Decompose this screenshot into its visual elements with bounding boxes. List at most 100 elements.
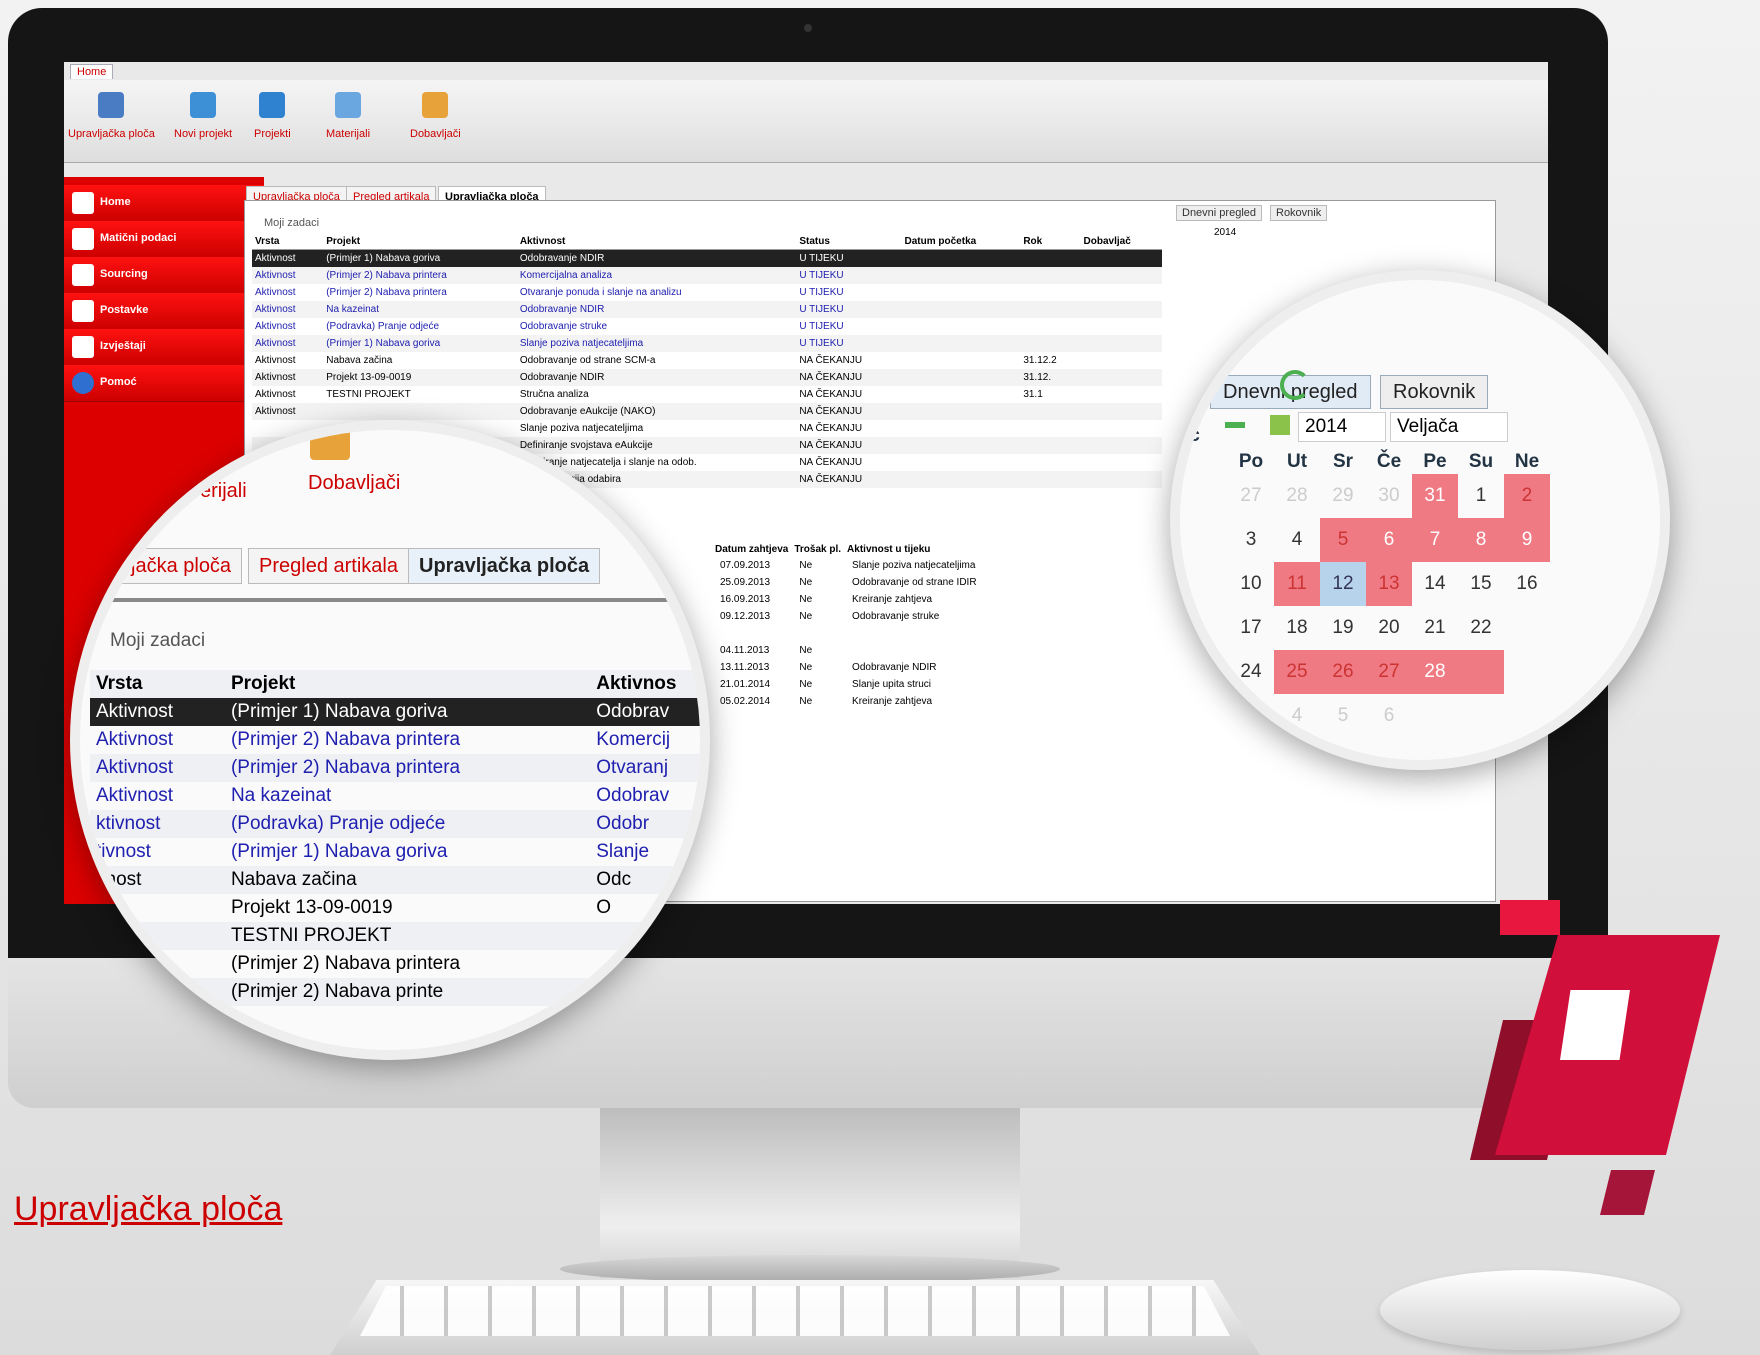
calendar-day[interactable]: 28 <box>1274 474 1320 518</box>
calendar-day[interactable]: 27 <box>1366 650 1412 694</box>
table-row[interactable]: 05.02.2014 Ne Kreiranje zahtjeva <box>712 693 985 710</box>
table-row[interactable]: Aktivnost Projekt 13-09-0019 Odobravanje N… <box>252 369 1162 386</box>
calendar-day[interactable]: 20 <box>1366 606 1412 650</box>
table-row[interactable]: Aktivnost (Primjer 1) Nabava goriva Slanje… <box>252 335 1162 352</box>
table-row[interactable]: Aktivnost (Podravka) Pranje odjeće Odobrav… <box>252 318 1162 335</box>
calendar-day[interactable] <box>1412 694 1458 738</box>
zoom-ribbon-materials[interactable]: erijali <box>200 480 247 503</box>
calendar-day[interactable]: 4 <box>1274 518 1320 562</box>
calendar-day[interactable]: 10 <box>1228 562 1274 606</box>
ribbon-button-projects[interactable]: Projekti <box>254 92 291 140</box>
calendar-day[interactable]: 5 <box>1320 694 1366 738</box>
zoom-tab-dashboard[interactable]: jačka ploča <box>120 548 243 584</box>
calendar-day[interactable]: 30 <box>1366 474 1412 518</box>
year-select[interactable]: 2014 <box>1298 412 1386 442</box>
table-row[interactable]: Aktivnost (Primjer 2) Nabava printera Otva… <box>90 754 700 782</box>
calendar-day[interactable]: 3 <box>1228 518 1274 562</box>
table-row[interactable]: Aktivnost TESTNI PROJEKT Stručna analiza NA… <box>252 386 1162 403</box>
calendar-day[interactable]: 14 <box>1412 562 1458 606</box>
month-select[interactable]: Veljača <box>1390 412 1508 442</box>
table-row[interactable]: Aktivnost Na kazeinat Odobravanje NDIR U TI… <box>252 301 1162 318</box>
calendar-day[interactable]: 11 <box>1274 562 1320 606</box>
sidebar-item-master-data[interactable]: Matični podaci <box>64 221 264 258</box>
calendar-day[interactable]: 7 <box>1412 518 1458 562</box>
table-row[interactable]: Aktivnost (Primjer 2) Nabava printera Otva… <box>252 284 1162 301</box>
table-row[interactable]: TESTNI PROJEKT <box>90 922 700 950</box>
table-row[interactable]: Aktivnost (Primjer 1) Nabava goriva Odobra… <box>90 698 700 726</box>
table-row[interactable]: ost Projekt 13-09-0019 O <box>90 894 700 922</box>
table-row[interactable]: vnost Nabava začina Odc <box>90 866 700 894</box>
calendar-day[interactable]: 25 <box>1274 650 1320 694</box>
calendar-day[interactable]: 13 <box>1366 562 1412 606</box>
table-row[interactable]: (Primjer 2) Nabava printera <box>90 950 700 978</box>
sidebar-item-sourcing[interactable]: Sourcing <box>64 257 264 294</box>
table-row[interactable]: 07.09.2013 Ne Slanje poziva natjecateljima <box>712 557 985 574</box>
calendar-day[interactable]: 22 <box>1458 606 1504 650</box>
calendar-day[interactable]: 31 <box>1412 474 1458 518</box>
refresh-icon[interactable] <box>1280 370 1310 400</box>
calendar-day[interactable] <box>1458 650 1504 694</box>
table-row[interactable]: tivnost (Primjer 1) Nabava goriva Slanje <box>90 838 700 866</box>
calendar-day[interactable] <box>1504 650 1550 694</box>
sidebar-item-settings[interactable]: Postavke <box>64 293 264 330</box>
calendar-today-icon[interactable] <box>1270 415 1290 435</box>
calendar-day[interactable]: 12 <box>1320 562 1366 606</box>
zoom-ribbon-suppliers[interactable]: Dobavljači <box>308 472 400 495</box>
calendar-day[interactable]: 29 <box>1320 474 1366 518</box>
table-row[interactable]: Aktivnost (Primjer 2) Nabava printera Kome… <box>252 267 1162 284</box>
calendar-year-small[interactable]: 2014 <box>1214 227 1236 238</box>
calendar-day[interactable]: 16 <box>1504 562 1550 606</box>
table-row[interactable] <box>712 625 985 642</box>
table-row[interactable]: 16.09.2013 Ne Kreiranje zahtjeva <box>712 591 985 608</box>
calendar-day[interactable]: 28 <box>1412 650 1458 694</box>
calendar-day[interactable]: 21 <box>1412 606 1458 650</box>
ribbon-button-new-project[interactable]: Novi projekt <box>174 92 232 140</box>
table-row[interactable]: Aktivnost Na kazeinat Odobrav <box>90 782 700 810</box>
calendar-day[interactable]: 24 <box>1228 650 1274 694</box>
table-cell: U TIJEKU <box>796 335 902 352</box>
calendar-day[interactable]: 26 <box>1320 650 1366 694</box>
table-row[interactable]: Aktivnost (Primjer 1) Nabava goriva Odobra… <box>252 249 1162 267</box>
calendar-day[interactable]: 27 <box>1228 474 1274 518</box>
calendar-day[interactable]: 9 <box>1504 518 1550 562</box>
back-arrow-icon[interactable] <box>1225 422 1245 428</box>
table-row[interactable]: Aktivnost Nabava začina Odobravanje od str… <box>252 352 1162 369</box>
caption-link[interactable]: Upravljačka ploča <box>14 1190 282 1229</box>
ribbon-button-dashboard[interactable]: Upravljačka ploča <box>68 92 155 140</box>
table-row[interactable]: 13.11.2013 Ne Odobravanje NDIR <box>712 659 985 676</box>
calendar-day[interactable]: 4 <box>1274 694 1320 738</box>
calendar-day[interactable]: 17 <box>1228 606 1274 650</box>
calendar-day[interactable]: 2 <box>1504 474 1550 518</box>
sidebar-item-home[interactable]: Home <box>64 185 264 222</box>
ribbon-button-suppliers[interactable]: Dobavljači <box>410 92 461 140</box>
table-row[interactable]: Aktivnost Odobravanje eAukcije (NAKO) NA Č… <box>252 403 1162 420</box>
table-row[interactable]: 09.12.2013 Ne Odobravanje struke <box>712 608 985 625</box>
table-row[interactable]: ktivnost (Podravka) Pranje odjeće Odobr <box>90 810 700 838</box>
tab-planner-zoom[interactable]: Rokovnik <box>1380 375 1489 409</box>
ribbon-button-materials[interactable]: Materijali <box>326 92 370 140</box>
calendar-day[interactable]: 15 <box>1458 562 1504 606</box>
calendar-day[interactable]: 18 <box>1274 606 1320 650</box>
table-row[interactable]: 25.09.2013 Ne Odobravanje od strane IDIR <box>712 574 985 591</box>
table-row[interactable]: 21.01.2014 Ne Slanje upita struci <box>712 676 985 693</box>
table-row[interactable]: Aktivnost (Primjer 2) Nabava printera Kome… <box>90 726 700 754</box>
calendar-day[interactable]: 3 <box>1228 694 1274 738</box>
calendar-day[interactable]: 5 <box>1320 518 1366 562</box>
calendar-day[interactable]: 6 <box>1366 694 1412 738</box>
tab-planner[interactable]: Rokovnik <box>1270 205 1328 221</box>
calendar-day[interactable]: 8 <box>1458 518 1504 562</box>
zoom-tab-dashboard-active[interactable]: Upravljačka ploča <box>408 548 601 584</box>
calendar-day[interactable]: 6 <box>1366 518 1412 562</box>
tab-daily-view[interactable]: Dnevni pregled <box>1176 205 1262 221</box>
sidebar-item-reports[interactable]: Izvještaji <box>64 329 264 366</box>
calendar-day[interactable] <box>1504 606 1550 650</box>
calendar-day[interactable] <box>1458 694 1504 738</box>
zoom-tab-item-overview[interactable]: Pregled artikala <box>248 548 409 584</box>
sidebar-item-help[interactable]: Pomoć <box>64 365 264 402</box>
table-row[interactable]: (Primjer 2) Nabava printe <box>90 978 700 1006</box>
table-row[interactable]: 04.11.2013 Ne <box>712 642 985 659</box>
ribbon-tab-home[interactable]: Home <box>70 64 114 79</box>
calendar-day[interactable] <box>1504 694 1550 738</box>
calendar-day[interactable]: 19 <box>1320 606 1366 650</box>
calendar-day[interactable]: 1 <box>1458 474 1504 518</box>
